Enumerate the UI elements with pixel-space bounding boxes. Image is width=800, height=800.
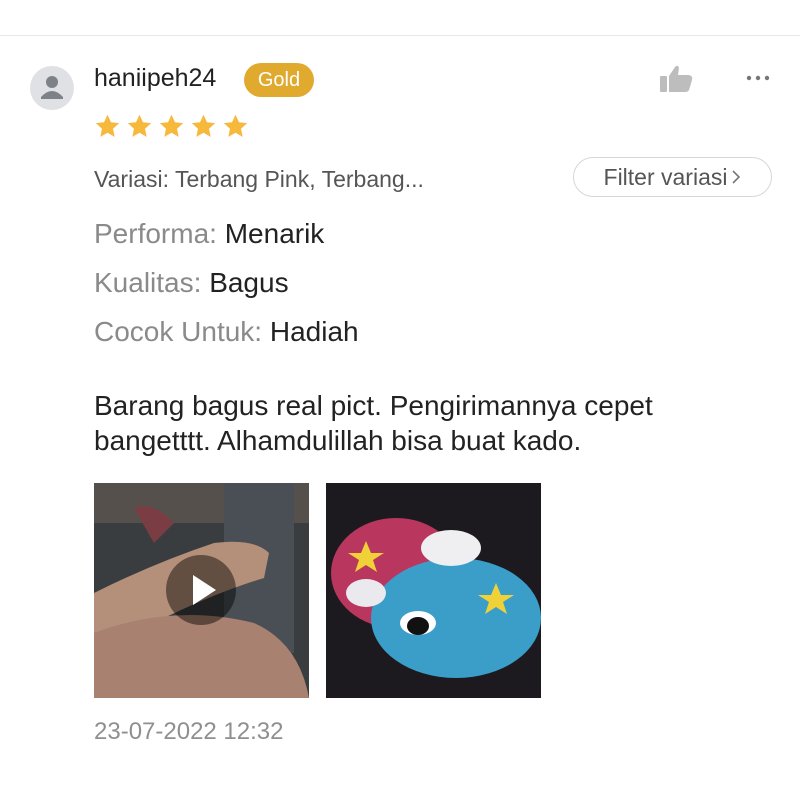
play-icon xyxy=(193,575,216,605)
avatar[interactable] xyxy=(30,66,74,110)
person-icon xyxy=(41,76,63,99)
star-rating xyxy=(94,113,249,140)
review-video-thumbnail[interactable] xyxy=(94,483,309,698)
attribute-key: Performa: xyxy=(94,218,217,249)
filter-variation-button[interactable]: Filter variasi xyxy=(573,157,772,197)
filter-variation-label: Filter variasi xyxy=(603,163,728,190)
attribute-value: Hadiah xyxy=(269,316,359,347)
attribute-key: Kualitas: xyxy=(94,267,202,298)
username[interactable]: haniipeh24 xyxy=(94,64,216,93)
attribute-value: Menarik xyxy=(224,218,325,249)
attribute-key: Cocok Untuk: xyxy=(94,316,263,347)
star-icon xyxy=(223,114,248,137)
top-divider xyxy=(0,35,800,36)
chevron-right-icon xyxy=(732,170,741,184)
review-text: Barang bagus real pict. Pengirimannya ce… xyxy=(94,390,653,456)
review-timestamp: 23-07-2022 12:32 xyxy=(94,718,284,745)
play-button[interactable] xyxy=(166,555,236,625)
star-icon xyxy=(127,114,152,137)
attribute-quality: Kualitas: Bagus xyxy=(94,267,289,299)
star-icon xyxy=(159,114,184,137)
more-icon[interactable] xyxy=(744,68,772,88)
attribute-value: Bagus xyxy=(209,267,289,298)
review-photo-thumbnail[interactable] xyxy=(326,483,541,698)
attribute-suitable-for: Cocok Untuk: Hadiah xyxy=(94,316,359,348)
star-icon xyxy=(95,114,120,137)
status-badge: Gold xyxy=(244,63,314,97)
thumbs-up-icon[interactable] xyxy=(658,64,694,94)
variation-text: Variasi: Terbang Pink, Terbang... xyxy=(94,166,424,192)
star-icon xyxy=(191,114,216,137)
attribute-performance: Performa: Menarik xyxy=(94,218,324,250)
photo-thumbnail-image xyxy=(326,483,541,698)
